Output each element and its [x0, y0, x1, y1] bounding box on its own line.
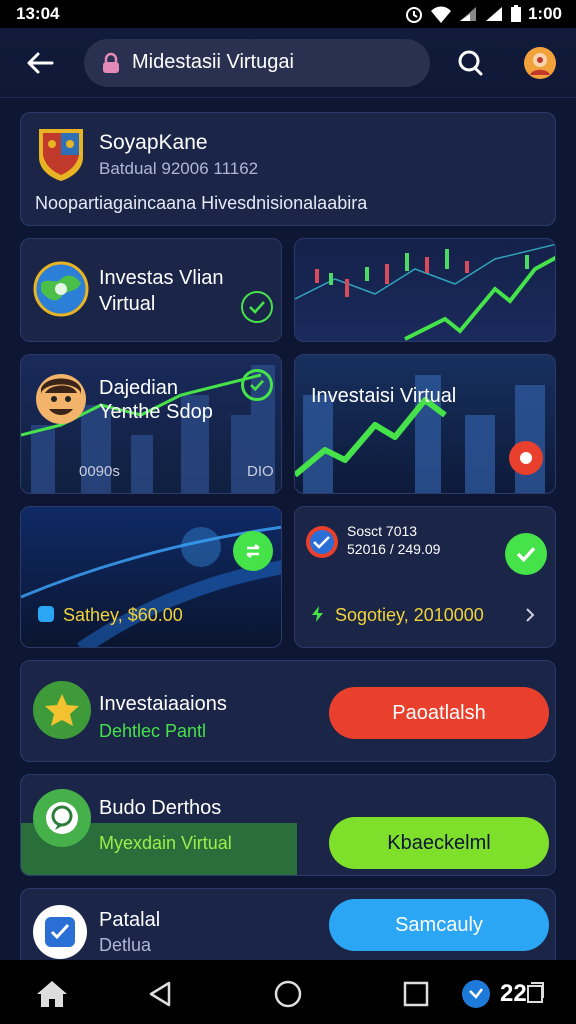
chat-icon — [33, 789, 91, 847]
recents-button[interactable] — [396, 974, 436, 1014]
daily-user-line2: Yenthe Sdop — [99, 401, 213, 423]
circle-home-icon — [274, 980, 302, 1008]
avatar-icon — [524, 47, 556, 79]
stats-line1: Sosct 7013 — [347, 523, 418, 539]
signal-icon — [459, 7, 476, 21]
check-icon — [250, 379, 264, 391]
daily-user-stat-b: DIO — [247, 463, 274, 480]
crest-icon — [39, 129, 83, 181]
edit-icon — [33, 905, 87, 959]
stats-line2: 52016 / 249.09 — [347, 541, 441, 557]
candlestick-chart-graphic — [295, 243, 555, 341]
search-input[interactable]: Midestasii Virtugai — [84, 38, 430, 87]
growth-chart-graphic — [295, 375, 545, 493]
search-text: Midestasii Virtugai — [132, 51, 294, 73]
row-action-button[interactable]: Paoatlalsh — [329, 687, 549, 739]
stats-tile[interactable]: Sosct 7013 52016 / 249.09 Sogotiey, 2010… — [294, 506, 556, 648]
user-avatar-icon — [36, 374, 86, 424]
profile-name: SoyapKane — [99, 131, 208, 154]
profile-avatar-button[interactable] — [518, 41, 562, 85]
profile-description: Noopartiagaincaana Hivesdnisionalaabira — [35, 193, 368, 213]
row-title: Investaiaaions — [99, 693, 227, 715]
row-subtitle: Myexdain Virtual — [99, 833, 232, 853]
investasi-chart-tile[interactable]: Investaisi Virtual — [294, 354, 556, 494]
triangle-back-icon — [149, 981, 171, 1007]
status-clock: 1:00 — [527, 4, 562, 23]
bolt-icon — [312, 606, 323, 622]
home-icon — [37, 981, 67, 1007]
globe-icon — [33, 261, 89, 317]
status-time: 13:04 — [16, 4, 60, 23]
star-icon — [33, 681, 91, 739]
invest-virtual-line2: Virtual — [99, 293, 156, 315]
profile-card[interactable]: SoyapKane Batdual 92006 11162 Noopartiag… — [20, 112, 556, 226]
wifi-icon — [430, 6, 451, 23]
daily-user-line1: Dajedian — [99, 377, 178, 399]
row-action-button[interactable]: Kbaeckelml — [329, 817, 549, 869]
home-button[interactable] — [32, 974, 72, 1014]
status-icons: 1:00 — [404, 4, 562, 24]
search-icon — [458, 50, 483, 76]
square-recents-icon — [403, 981, 429, 1007]
check-icon — [516, 547, 536, 562]
app-bar: Midestasii Virtugai — [0, 28, 576, 98]
check-badge — [241, 291, 273, 323]
invest-virtual-line1: Investas Vlian — [99, 267, 224, 289]
row-title: Patalal — [99, 909, 161, 931]
record-button[interactable] — [509, 441, 543, 475]
row-title: Budo Derthos — [99, 797, 222, 819]
list-item[interactable]: Budo Derthos Myexdain Virtual Kbaeckelml — [20, 774, 556, 876]
lock-icon — [100, 52, 122, 74]
navigation-bar: 22 — [0, 960, 576, 1024]
check-badge — [241, 369, 273, 401]
assistant-icon — [462, 980, 490, 1008]
check-badge — [505, 533, 547, 575]
assistant-button[interactable] — [456, 974, 496, 1014]
row-action-button[interactable]: Samcauly — [329, 899, 549, 951]
stats-value: Sogotiey, 2010000 — [335, 605, 484, 625]
list-item[interactable]: Patalal Detlua Samcauly — [20, 888, 556, 970]
back-nav-button[interactable] — [140, 974, 180, 1014]
list-item[interactable]: Investaiaaions Dehtlec Pantl Paoatlalsh — [20, 660, 556, 762]
daily-user-tile[interactable]: Dajedian Yenthe Sdop 0090s DIO — [20, 354, 282, 494]
check-icon — [249, 301, 265, 314]
balance-amount: Sathey, $60.00 — [63, 605, 183, 625]
swap-icon — [246, 544, 260, 558]
status-bar: 13:04 1:00 — [0, 0, 576, 28]
tabs-icon[interactable] — [526, 982, 544, 1004]
signal-full-icon — [485, 7, 502, 21]
record-dot-icon — [520, 452, 532, 464]
chevron-right-icon[interactable] — [525, 607, 535, 623]
home-circle-button[interactable] — [268, 974, 308, 1014]
swap-badge — [233, 531, 273, 571]
profile-meta: Batdual 92006 11162 — [99, 159, 259, 178]
row-subtitle: Detlua — [99, 935, 152, 955]
analytics-icon — [306, 526, 338, 558]
daily-user-stat-a: 0090s — [79, 463, 120, 480]
balance-tile[interactable]: Sathey, $60.00 — [20, 506, 282, 648]
back-arrow-icon — [27, 52, 54, 73]
invest-virtual-tile[interactable]: Investas Vlian Virtual — [20, 238, 282, 342]
battery-icon — [510, 5, 521, 22]
alarm-icon — [405, 7, 422, 23]
row-subtitle: Dehtlec Pantl — [99, 721, 207, 741]
tab-count: 22 — [500, 980, 527, 1007]
search-button[interactable] — [450, 43, 490, 83]
back-button[interactable] — [20, 43, 60, 83]
market-chart-tile[interactable] — [294, 238, 556, 342]
clock-icon — [38, 606, 54, 622]
investasi-chart-label: Investaisi Virtual — [311, 385, 457, 407]
glow-road-graphic — [21, 525, 281, 647]
